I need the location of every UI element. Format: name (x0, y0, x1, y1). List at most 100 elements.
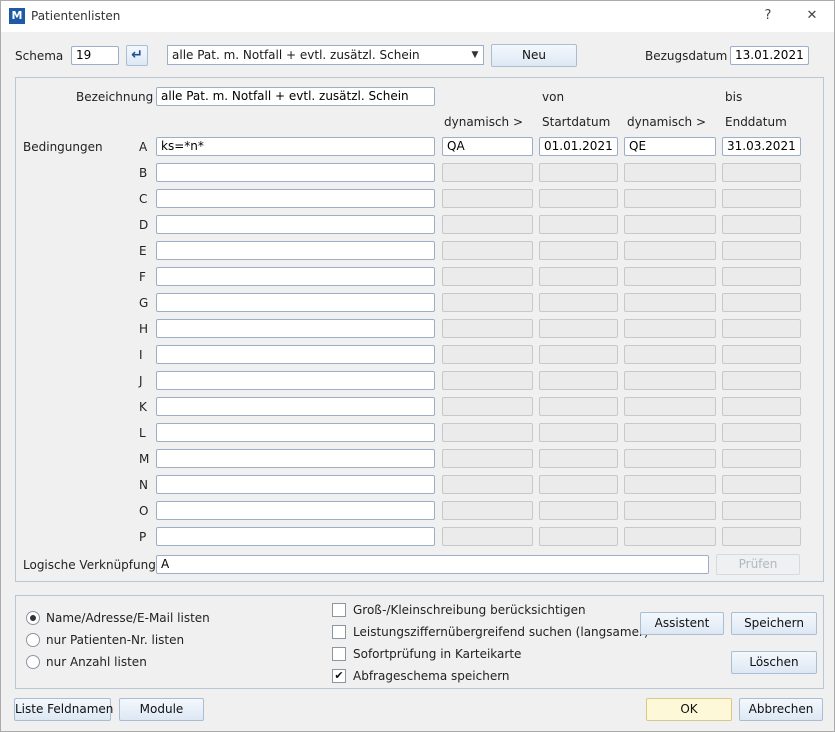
end-date-field-j[interactable] (722, 371, 801, 390)
condition-field-f[interactable] (156, 267, 435, 286)
dynamic-start-field-c[interactable] (442, 189, 533, 208)
dynamic-end-field-l[interactable] (624, 423, 716, 442)
end-date-field-h[interactable] (722, 319, 801, 338)
checkbox-3[interactable]: ✔ (332, 669, 346, 683)
dynamic-start-field-d[interactable] (442, 215, 533, 234)
start-date-field-m[interactable] (539, 449, 618, 468)
new-button[interactable]: Neu (491, 44, 577, 67)
start-date-field-e[interactable] (539, 241, 618, 260)
condition-field-j[interactable] (156, 371, 435, 390)
enter-icon[interactable]: ↵ (126, 45, 148, 66)
dynamic-start-field-h[interactable] (442, 319, 533, 338)
start-date-field-c[interactable] (539, 189, 618, 208)
speichern-button[interactable]: Speichern (731, 612, 817, 635)
checkbox-label-3[interactable]: Abfrageschema speichern (353, 669, 510, 683)
condition-field-e[interactable] (156, 241, 435, 260)
condition-field-b[interactable] (156, 163, 435, 182)
end-date-field-n[interactable] (722, 475, 801, 494)
dynamic-start-field-m[interactable] (442, 449, 533, 468)
checkbox-0[interactable] (332, 603, 346, 617)
start-date-field-g[interactable] (539, 293, 618, 312)
checkbox-1[interactable] (332, 625, 346, 639)
dynamic-start-field-l[interactable] (442, 423, 533, 442)
radio-button-0[interactable] (26, 611, 40, 625)
dynamic-end-field-j[interactable] (624, 371, 716, 390)
dynamic-end-field-e[interactable] (624, 241, 716, 260)
module-button[interactable]: Module (119, 698, 204, 721)
bezeichnung-field[interactable]: alle Pat. m. Notfall + evtl. zusätzl. Sc… (156, 87, 435, 106)
checkbox-2[interactable] (332, 647, 346, 661)
end-date-field-i[interactable] (722, 345, 801, 364)
logic-field[interactable]: A (156, 555, 709, 574)
end-date-field-b[interactable] (722, 163, 801, 182)
end-date-field-k[interactable] (722, 397, 801, 416)
pruefen-button[interactable]: Prüfen (716, 554, 800, 575)
dynamic-start-field-o[interactable] (442, 501, 533, 520)
checkbox-label-2[interactable]: Sofortprüfung in Karteikarte (353, 647, 521, 661)
radio-button-1[interactable] (26, 633, 40, 647)
start-date-field-n[interactable] (539, 475, 618, 494)
start-date-field-h[interactable] (539, 319, 618, 338)
bezugsdatum-field[interactable]: 13.01.2021 (730, 46, 809, 65)
abbrechen-button[interactable]: Abbrechen (739, 698, 823, 721)
end-date-field-d[interactable] (722, 215, 801, 234)
dynamic-end-field-f[interactable] (624, 267, 716, 286)
dynamic-end-field-m[interactable] (624, 449, 716, 468)
end-date-field-l[interactable] (722, 423, 801, 442)
condition-field-g[interactable] (156, 293, 435, 312)
dynamic-end-field-n[interactable] (624, 475, 716, 494)
end-date-field-a[interactable]: 31.03.2021 (722, 137, 801, 156)
dynamic-end-field-g[interactable] (624, 293, 716, 312)
dynamic-end-field-o[interactable] (624, 501, 716, 520)
radio-label-0[interactable]: Name/Adresse/E-Mail listen (46, 611, 210, 625)
condition-field-a[interactable]: ks=*n* (156, 137, 435, 156)
dynamic-end-field-i[interactable] (624, 345, 716, 364)
condition-field-i[interactable] (156, 345, 435, 364)
dynamic-start-field-p[interactable] (442, 527, 533, 546)
dynamic-end-field-c[interactable] (624, 189, 716, 208)
end-date-field-p[interactable] (722, 527, 801, 546)
dynamic-start-field-a[interactable]: QA (442, 137, 533, 156)
condition-field-n[interactable] (156, 475, 435, 494)
radio-button-2[interactable] (26, 655, 40, 669)
start-date-field-a[interactable]: 01.01.2021 (539, 137, 618, 156)
radio-label-1[interactable]: nur Patienten-Nr. listen (46, 633, 184, 647)
schema-number-field[interactable]: 19 (71, 46, 119, 65)
condition-field-m[interactable] (156, 449, 435, 468)
start-date-field-o[interactable] (539, 501, 618, 520)
end-date-field-f[interactable] (722, 267, 801, 286)
assistent-button[interactable]: Assistent (640, 612, 724, 635)
dynamic-start-field-j[interactable] (442, 371, 533, 390)
checkbox-label-1[interactable]: Leistungsziffernübergreifend suchen (lan… (353, 625, 649, 639)
end-date-field-m[interactable] (722, 449, 801, 468)
start-date-field-d[interactable] (539, 215, 618, 234)
start-date-field-f[interactable] (539, 267, 618, 286)
start-date-field-b[interactable] (539, 163, 618, 182)
close-icon[interactable]: ✕ (797, 5, 827, 27)
condition-field-d[interactable] (156, 215, 435, 234)
condition-field-p[interactable] (156, 527, 435, 546)
dynamic-end-field-b[interactable] (624, 163, 716, 182)
dynamic-start-field-k[interactable] (442, 397, 533, 416)
liste-feldnamen-button[interactable]: Liste Feldnamen (14, 698, 113, 721)
condition-field-l[interactable] (156, 423, 435, 442)
end-date-field-o[interactable] (722, 501, 801, 520)
loeschen-button[interactable]: Löschen (731, 651, 817, 674)
end-date-field-g[interactable] (722, 293, 801, 312)
start-date-field-k[interactable] (539, 397, 618, 416)
dynamic-end-field-a[interactable]: QE (624, 137, 716, 156)
condition-field-h[interactable] (156, 319, 435, 338)
dynamic-end-field-h[interactable] (624, 319, 716, 338)
condition-field-o[interactable] (156, 501, 435, 520)
start-date-field-j[interactable] (539, 371, 618, 390)
dynamic-end-field-d[interactable] (624, 215, 716, 234)
dynamic-start-field-f[interactable] (442, 267, 533, 286)
dynamic-start-field-n[interactable] (442, 475, 533, 494)
dynamic-start-field-e[interactable] (442, 241, 533, 260)
start-date-field-i[interactable] (539, 345, 618, 364)
end-date-field-e[interactable] (722, 241, 801, 260)
schema-select[interactable]: alle Pat. m. Notfall + evtl. zusätzl. Sc… (167, 45, 484, 65)
condition-field-k[interactable] (156, 397, 435, 416)
condition-field-c[interactable] (156, 189, 435, 208)
dynamic-end-field-p[interactable] (624, 527, 716, 546)
